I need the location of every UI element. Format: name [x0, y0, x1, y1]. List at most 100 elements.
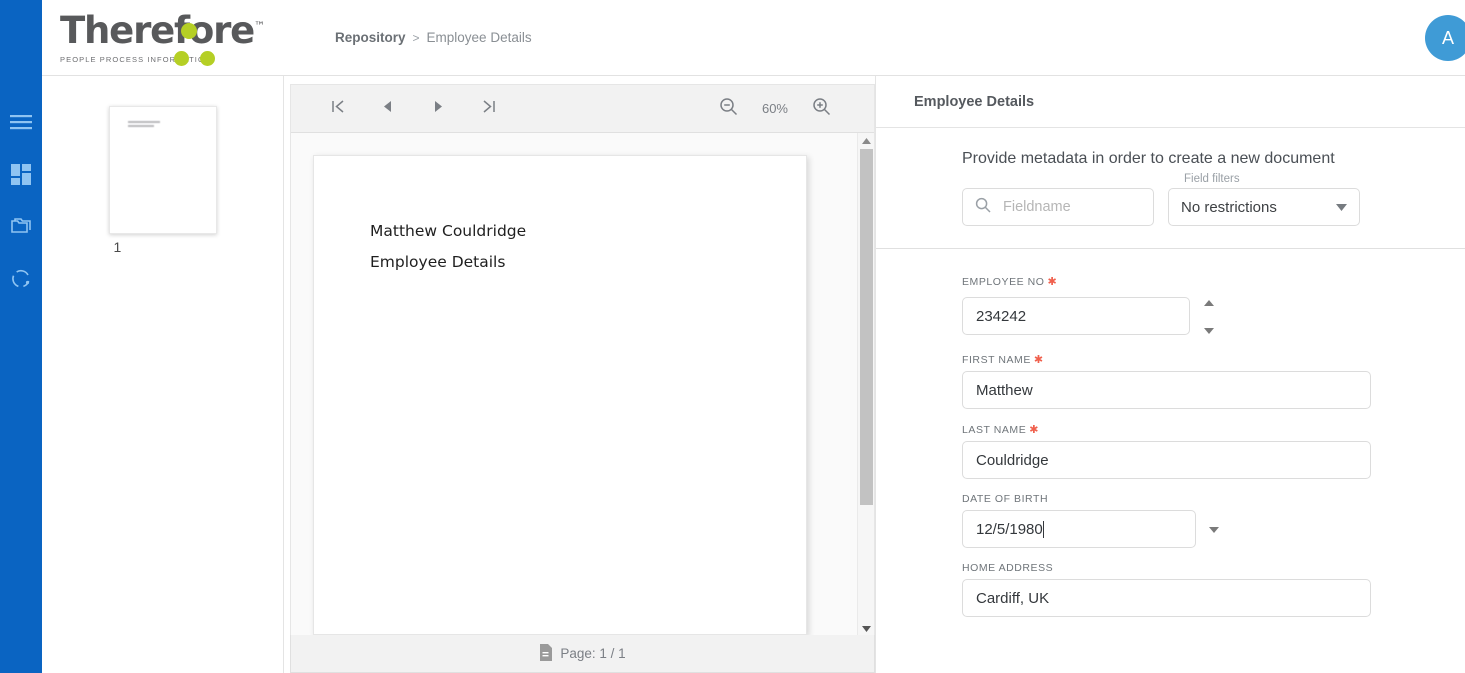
- search-icon: [975, 197, 991, 218]
- sidebar-item-dashboard[interactable]: [0, 148, 42, 200]
- zoom-group: 60%: [716, 96, 858, 122]
- scroll-up-button[interactable]: [862, 133, 871, 147]
- viewer-scrollbar[interactable]: [857, 133, 874, 635]
- home-address-value: Cardiff, UK: [976, 590, 1049, 607]
- date-of-birth-value: 12/5/1980: [976, 521, 1043, 538]
- logo-dot-left-icon: [174, 51, 189, 66]
- first-page-button[interactable]: [325, 96, 351, 122]
- breadcrumb-current: Employee Details: [427, 30, 532, 45]
- search-placeholder: Fieldname: [1003, 199, 1071, 215]
- avatar-initial: A: [1442, 28, 1454, 49]
- logo-tagline: PEOPLE PROCESS INFORMATION: [60, 55, 285, 64]
- field-label-text: EMPLOYEE NO: [962, 276, 1045, 288]
- field-label: DATE OF BIRTH: [962, 493, 1465, 505]
- logo-trademark: ™: [254, 19, 265, 32]
- logo-wordmark: Therefore™: [60, 12, 285, 49]
- breadcrumb: Repository > Employee Details: [335, 30, 532, 45]
- document-page-icon: [539, 644, 553, 664]
- document-page: Matthew Couldridge Employee Details: [313, 155, 807, 635]
- field-label-text: FIRST NAME: [962, 354, 1031, 366]
- viewer-canvas: Matthew Couldridge Employee Details: [291, 133, 874, 635]
- avatar[interactable]: A: [1425, 15, 1465, 61]
- required-star-icon: ✱: [1048, 276, 1058, 288]
- sidebar-item-workflow[interactable]: [0, 252, 42, 304]
- brand-logo[interactable]: Therefore™ PEOPLE PROCESS INFORMATION: [42, 12, 285, 64]
- zoom-in-icon: [812, 97, 831, 121]
- field-home-address: HOME ADDRESS Cardiff, UK: [962, 562, 1465, 617]
- main-column: Therefore™ PEOPLE PROCESS INFORMATION Re…: [42, 0, 1465, 673]
- metadata-subtitle: Provide metadata in order to create a ne…: [876, 150, 1465, 168]
- field-label: FIRST NAME✱: [962, 353, 1465, 366]
- scroll-down-button[interactable]: [862, 621, 871, 635]
- last-name-input[interactable]: Couldridge: [962, 441, 1371, 479]
- zoom-out-icon: [719, 97, 738, 121]
- metadata-fields: EMPLOYEE NO✱ 234242: [876, 249, 1465, 673]
- field-row: Cardiff, UK: [962, 579, 1465, 617]
- home-address-input[interactable]: Cardiff, UK: [962, 579, 1371, 617]
- zoom-level-label: 60%: [762, 101, 788, 116]
- field-filter-select[interactable]: No restrictions: [1168, 188, 1360, 226]
- field-row: 12/5/1980: [962, 510, 1465, 548]
- zoom-out-button[interactable]: [716, 96, 742, 122]
- last-name-value: Couldridge: [976, 452, 1049, 469]
- left-navigation-rail: [0, 0, 42, 673]
- logo-dot-right-icon: [200, 51, 215, 66]
- folders-icon: [10, 217, 33, 236]
- metadata-filter-section: Provide metadata in order to create a ne…: [876, 128, 1465, 249]
- search-input[interactable]: Fieldname: [962, 188, 1154, 226]
- document-line-name: Matthew Couldridge: [370, 222, 806, 240]
- stepper-down-icon[interactable]: [1204, 321, 1214, 339]
- zoom-in-button[interactable]: [808, 96, 834, 122]
- field-filter-value: No restrictions: [1181, 199, 1277, 216]
- page-thumbnail[interactable]: 1: [109, 106, 217, 234]
- page-indicator-label: Page: 1 / 1: [560, 646, 625, 661]
- sidebar-item-folders[interactable]: [0, 200, 42, 252]
- breadcrumb-repository[interactable]: Repository: [335, 30, 406, 45]
- last-page-icon: [480, 99, 497, 119]
- field-employee-no: EMPLOYEE NO✱ 234242: [962, 275, 1465, 339]
- breadcrumb-separator-icon: >: [413, 31, 420, 45]
- stepper-up-icon[interactable]: [1204, 293, 1214, 311]
- field-row: 234242: [962, 293, 1465, 339]
- document-line-title: Employee Details: [370, 253, 806, 271]
- field-row: Matthew: [962, 371, 1465, 409]
- date-of-birth-input[interactable]: 12/5/1980: [962, 510, 1196, 548]
- field-filter-wrap: Field filters No restrictions: [1168, 188, 1360, 226]
- app-header: Therefore™ PEOPLE PROCESS INFORMATION Re…: [42, 0, 1465, 76]
- filter-row: Fieldname Field filters No restrictions: [876, 188, 1465, 226]
- metadata-panel: Employee Details Provide metadata in ord…: [875, 76, 1465, 673]
- field-date-of-birth: DATE OF BIRTH 12/5/1980: [962, 493, 1465, 548]
- field-label-text: LAST NAME: [962, 424, 1026, 436]
- field-label: LAST NAME✱: [962, 423, 1465, 436]
- employee-no-input[interactable]: 234242: [962, 297, 1190, 335]
- field-row: Couldridge: [962, 441, 1465, 479]
- previous-page-icon: [382, 100, 394, 118]
- field-label: HOME ADDRESS: [962, 562, 1465, 574]
- employee-no-value: 234242: [976, 308, 1026, 325]
- scrollbar-thumb[interactable]: [860, 149, 873, 505]
- chevron-down-icon: [1209, 520, 1219, 537]
- sidebar-item-menu[interactable]: [0, 96, 42, 148]
- document-viewer: 60% Matthew Couldridge Employee Details: [284, 76, 875, 673]
- field-label-text: DATE OF BIRTH: [962, 493, 1048, 505]
- hamburger-menu-icon: [10, 114, 32, 130]
- date-picker-button[interactable]: [1209, 520, 1219, 538]
- next-page-icon: [432, 100, 444, 118]
- chevron-down-icon: [1336, 198, 1347, 216]
- viewer-frame: 60% Matthew Couldridge Employee Details: [290, 84, 875, 635]
- first-name-input[interactable]: Matthew: [962, 371, 1371, 409]
- quantity-stepper[interactable]: [1204, 293, 1214, 339]
- last-page-button[interactable]: [475, 96, 501, 122]
- content-body: 1: [42, 76, 1465, 673]
- next-page-button[interactable]: [425, 96, 451, 122]
- text-caret: [1043, 521, 1044, 538]
- viewer-toolbar: 60%: [291, 85, 874, 133]
- field-label: EMPLOYEE NO✱: [962, 275, 1465, 288]
- page-navigation-group: [325, 96, 501, 122]
- page-title: Employee Details: [876, 76, 1465, 128]
- scrollbar-track[interactable]: [858, 147, 875, 621]
- previous-page-button[interactable]: [375, 96, 401, 122]
- logo-dot-icon: [181, 23, 197, 39]
- thumbnail-text-preview: [128, 121, 160, 129]
- first-page-icon: [330, 99, 347, 119]
